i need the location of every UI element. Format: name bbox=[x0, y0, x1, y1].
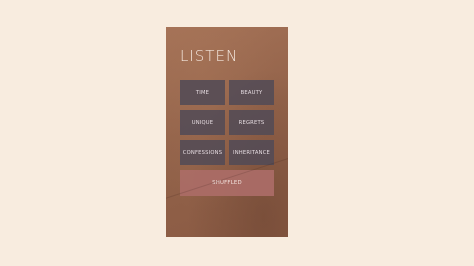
category-tile-unique[interactable]: UNIQUE bbox=[180, 110, 225, 135]
screen-title: LISTEN bbox=[180, 47, 239, 65]
category-tile-label: REGRETS bbox=[238, 119, 265, 126]
category-tile-label: BEAUTY bbox=[240, 89, 263, 96]
shuffle-button[interactable]: SHUFFLED bbox=[180, 170, 274, 196]
category-tile-time[interactable]: TIME bbox=[180, 80, 225, 105]
category-tile-label: INHERITANCE bbox=[232, 149, 271, 156]
app-screen: LISTEN TIME BEAUTY UNIQUE REGRETS CONFES… bbox=[166, 27, 288, 237]
category-tile-confessions[interactable]: CONFESSIONS bbox=[180, 140, 225, 165]
category-tile-inheritance[interactable]: INHERITANCE bbox=[229, 140, 274, 165]
category-tile-beauty[interactable]: BEAUTY bbox=[229, 80, 274, 105]
shuffle-button-label: SHUFFLED bbox=[212, 180, 242, 186]
category-tile-label: UNIQUE bbox=[191, 119, 214, 126]
category-tile-label: TIME bbox=[195, 89, 210, 96]
category-tile-regrets[interactable]: REGRETS bbox=[229, 110, 274, 135]
category-tile-label: CONFESSIONS bbox=[182, 149, 223, 156]
